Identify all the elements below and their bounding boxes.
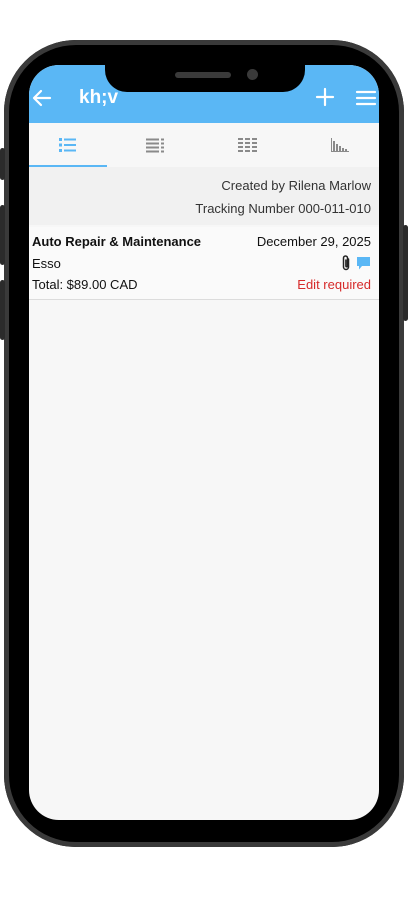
phone-side-button-volume-down: [0, 280, 5, 340]
back-button[interactable]: [31, 87, 53, 109]
view-tabs: [29, 123, 379, 167]
app-screen: kh;v Created by Rilena Marlow Tracking N…: [29, 65, 379, 820]
tracking-number-text: Tracking Number 000-011-010: [195, 201, 371, 216]
hamburger-menu-icon: [355, 90, 377, 106]
created-by-text: Created by Rilena Marlow: [221, 178, 371, 193]
tab-detail-list[interactable]: [116, 123, 194, 167]
tab-chart-view[interactable]: [301, 123, 379, 167]
report-info-header: Created by Rilena Marlow Tracking Number…: [29, 167, 379, 225]
app-bar: kh;v: [29, 65, 379, 123]
plus-icon: [315, 87, 335, 107]
tab-grid-view[interactable]: [209, 123, 287, 167]
expense-merchant: Esso: [32, 256, 61, 271]
comment-icon: [357, 257, 370, 270]
grid-view-icon: [238, 138, 257, 152]
phone-side-button-silent: [0, 148, 5, 180]
paperclip-icon: [342, 255, 350, 271]
phone-side-button-volume-up: [0, 205, 5, 265]
report-title: kh;v: [79, 87, 119, 108]
phone-notch: [105, 65, 305, 92]
tab-list-view[interactable]: [29, 123, 107, 167]
speaker-grille: [175, 72, 231, 78]
chart-icon: [331, 138, 349, 152]
expense-row[interactable]: Auto Repair & Maintenance December 29, 2…: [29, 227, 379, 300]
list-view-icon: [59, 138, 76, 152]
front-camera: [247, 69, 258, 80]
expense-total: Total: $89.00 CAD: [32, 277, 138, 292]
add-expense-button[interactable]: [314, 86, 336, 108]
arrow-left-icon: [32, 89, 52, 107]
menu-button[interactable]: [355, 88, 377, 108]
expense-status: Edit required: [297, 277, 371, 292]
expense-date: December 29, 2025: [256, 234, 371, 249]
expense-category: Auto Repair & Maintenance: [32, 234, 202, 249]
detail-list-icon: [146, 138, 164, 153]
phone-side-button-power: [403, 225, 408, 321]
